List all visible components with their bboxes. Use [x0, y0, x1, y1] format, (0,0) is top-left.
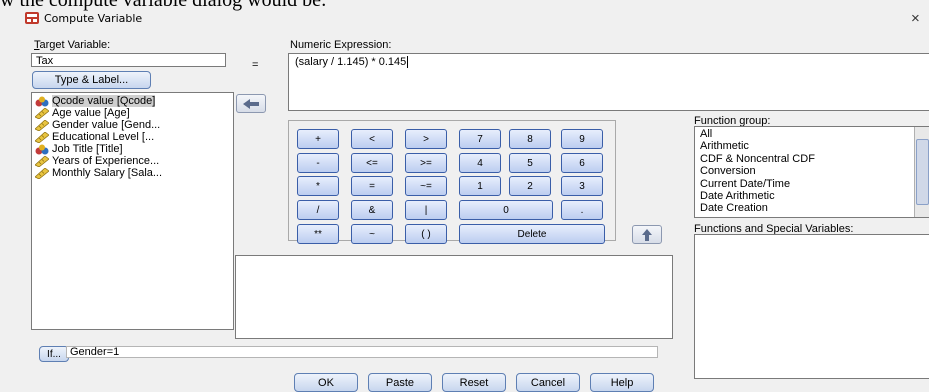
calc-key[interactable]: ( ) — [405, 224, 447, 244]
function-group-item[interactable]: CDF & Noncentral CDF — [695, 153, 929, 165]
calc-key[interactable]: 7 — [459, 129, 501, 149]
target-variable-input[interactable]: Tax — [31, 53, 226, 67]
calc-key[interactable]: <= — [351, 153, 393, 173]
scale-variable-icon — [34, 131, 50, 143]
calc-key[interactable]: = — [351, 176, 393, 196]
function-description-area — [235, 255, 673, 339]
numeric-expression-label: Numeric Expression: — [290, 39, 392, 51]
variable-item[interactable]: Age value [Age] — [32, 107, 233, 119]
function-group-item[interactable]: Current Date/Time — [695, 178, 929, 190]
scrollbar-thumb[interactable] — [916, 139, 929, 205]
scale-variable-icon — [34, 107, 50, 119]
calc-key[interactable]: 5 — [509, 153, 551, 173]
calc-key[interactable]: * — [297, 176, 339, 196]
paste-button[interactable]: Paste — [368, 373, 432, 392]
window-title: Compute Variable — [44, 12, 143, 25]
functions-special-variables-list[interactable] — [694, 234, 929, 379]
calc-key[interactable]: >= — [405, 153, 447, 173]
if-condition-field: Gender=1 — [66, 346, 658, 358]
arrow-up-icon — [642, 228, 652, 241]
variable-item[interactable]: Educational Level [... — [32, 131, 233, 143]
variable-list[interactable]: Qcode value [Qcode] Age value [Age] Gender… — [31, 92, 234, 330]
calc-key[interactable]: Delete — [459, 224, 605, 244]
calc-key[interactable]: 3 — [561, 176, 603, 196]
variable-label: Educational Level [... — [52, 131, 155, 143]
calc-key[interactable]: ~= — [405, 176, 447, 196]
spss-app-icon — [25, 12, 39, 24]
function-group-scrollbar[interactable] — [914, 127, 929, 217]
text-cursor — [407, 56, 412, 68]
scale-variable-icon — [34, 119, 50, 131]
calc-key[interactable]: . — [561, 200, 603, 220]
function-group-item[interactable]: All — [695, 128, 929, 140]
variable-label: Years of Experience... — [52, 155, 160, 167]
calc-key[interactable]: 4 — [459, 153, 501, 173]
function-group-item[interactable]: Arithmetic — [695, 140, 929, 152]
target-variable-label: Target Variable: — [34, 39, 111, 51]
calc-key[interactable]: 2 — [509, 176, 551, 196]
calc-key[interactable]: > — [405, 129, 447, 149]
calc-key[interactable]: & — [351, 200, 393, 220]
calc-key[interactable]: 8 — [509, 129, 551, 149]
type-label-button[interactable]: Type & Label... — [32, 71, 151, 89]
nominal-variable-icon — [35, 96, 49, 107]
help-button[interactable]: Help — [590, 373, 654, 392]
expression-text: (salary / 1.145) * 0.145 — [295, 56, 407, 68]
calc-key[interactable]: 1 — [459, 176, 501, 196]
cancel-button[interactable]: Cancel — [516, 373, 580, 392]
calc-key[interactable]: / — [297, 200, 339, 220]
scale-variable-icon — [34, 155, 50, 167]
calc-key[interactable]: < — [351, 129, 393, 149]
ok-button[interactable]: OK — [294, 373, 358, 392]
calc-key[interactable]: ~ — [351, 224, 393, 244]
arrow-left-icon — [243, 98, 259, 109]
function-group-list[interactable]: All Arithmetic CDF & Noncentral CDF Convers… — [694, 126, 929, 218]
variable-item[interactable]: Years of Experience... — [32, 155, 233, 167]
move-to-expression-button[interactable] — [236, 94, 266, 113]
variable-label: Qcode value [Qcode] — [52, 95, 156, 107]
calc-key[interactable]: ** — [297, 224, 339, 244]
calc-key[interactable]: + — [297, 129, 339, 149]
calc-key[interactable]: 0 — [459, 200, 553, 220]
variable-item[interactable]: Monthly Salary [Sala... — [32, 167, 233, 179]
variable-item[interactable]: Gender value [Gend... — [32, 119, 233, 131]
variable-label: Age value [Age] — [52, 107, 130, 119]
title-bar: Compute Variable × — [0, 0, 929, 28]
insert-function-button[interactable] — [632, 225, 662, 244]
scale-variable-icon — [34, 167, 50, 179]
calc-key[interactable]: 6 — [561, 153, 603, 173]
variable-label: Gender value [Gend... — [52, 119, 161, 131]
function-group-item[interactable]: Date Creation — [695, 202, 929, 214]
function-group-item[interactable]: Date Arithmetic — [695, 190, 929, 202]
numeric-expression-input[interactable]: (salary / 1.145) * 0.145 — [288, 53, 929, 111]
calc-key[interactable]: - — [297, 153, 339, 173]
variable-item[interactable]: Qcode value [Qcode] — [32, 95, 233, 107]
calc-key[interactable]: 9 — [561, 129, 603, 149]
variable-label: Monthly Salary [Sala... — [52, 167, 163, 179]
nominal-variable-icon — [35, 144, 49, 155]
variable-item[interactable]: Job Title [Title] — [32, 143, 233, 155]
variable-label: Job Title [Title] — [52, 143, 123, 155]
close-icon[interactable]: × — [911, 10, 920, 27]
calc-key[interactable]: | — [405, 200, 447, 220]
function-group-item[interactable]: Conversion — [695, 165, 929, 177]
equals-sign: = — [252, 59, 259, 71]
if-button[interactable]: If... — [39, 346, 69, 362]
reset-button[interactable]: Reset — [442, 373, 506, 392]
